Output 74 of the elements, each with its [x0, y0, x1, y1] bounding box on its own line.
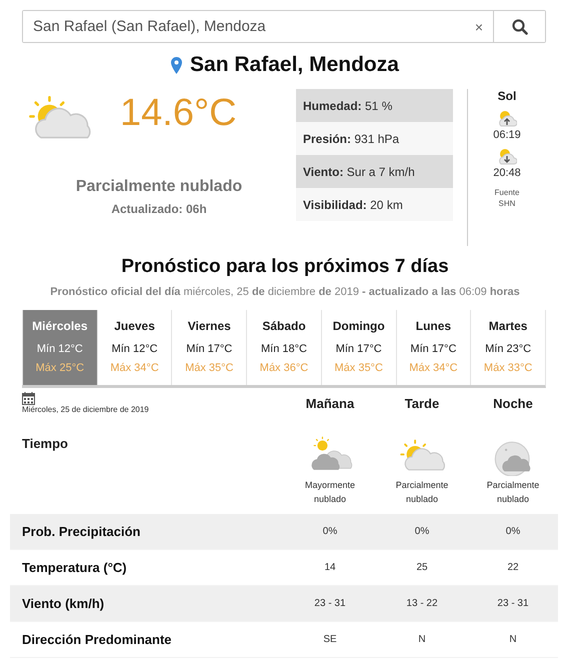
max-temperature: Máx 36°C: [260, 362, 308, 374]
min-temperature: Mín 12°C: [112, 343, 158, 355]
day-name: Domingo: [332, 319, 385, 333]
table-cell-text: 14: [323, 562, 337, 573]
day-name: Lunes: [416, 319, 452, 333]
row-label: Tiempo: [22, 436, 69, 453]
detail-text: Visibilidad: 20 km: [303, 198, 403, 212]
detail-text: Humedad: 51 %: [303, 98, 392, 112]
day-name: Martes: [488, 319, 528, 333]
detail-text: Presión: 931 hPa: [303, 132, 400, 146]
table-cell-text: 0%: [504, 526, 522, 537]
detail-text: Viento: Sur a 7 km/h: [303, 164, 415, 178]
row-label: Viento (km/h): [21, 596, 106, 611]
min-temperature: Mín 12°C: [36, 343, 83, 355]
min-temperature: Mín 18°C: [261, 343, 307, 355]
day-name: Sábado: [262, 319, 306, 333]
current-condition: Parcialmente nublado: [76, 178, 242, 196]
period-heading: Tarde: [404, 395, 440, 413]
max-temperature: Máx 33°C: [484, 362, 532, 374]
forecast-title: Pronóstico para los próximos 7 días: [120, 256, 450, 278]
search-button[interactable]: [493, 11, 545, 42]
min-temperature: Mín 17°C: [410, 343, 456, 355]
max-temperature: Máx 35°C: [185, 362, 234, 374]
table-cell-text: 23 - 31: [496, 598, 530, 609]
table-cell-text: 23 - 31: [313, 598, 347, 609]
table-cell-text: 0%: [322, 526, 338, 537]
period-condition: Parcialmente nublado: [486, 479, 540, 506]
clear-button[interactable]: ×: [464, 11, 493, 42]
table-cell-text: 0%: [414, 526, 430, 537]
row-label: Prob. Precipitación: [21, 524, 142, 539]
location-pin-icon: [171, 56, 182, 74]
day-tab[interactable]: Sábado Mín 18°C Máx 36°C: [246, 310, 321, 385]
sunrise-icon: [497, 109, 517, 127]
day-tab[interactable]: Domingo Mín 17°C Máx 35°C: [320, 310, 396, 385]
current-temperature: 14.6°C: [120, 91, 237, 135]
sun-title: Sol: [498, 89, 516, 103]
day-tab[interactable]: Lunes Mín 17°C Máx 34°C: [396, 310, 470, 385]
period-heading: Mañana: [304, 395, 356, 413]
forecast-date: Miércoles, 25 de diciembre de 2019: [22, 405, 149, 414]
sunset-icon: [497, 147, 517, 165]
sunset-time: 20:48: [493, 167, 521, 179]
day-tab[interactable]: Martes Mín 23°C Máx 33°C: [470, 310, 545, 385]
table-cell-text: SE: [322, 634, 338, 645]
min-temperature: Mín 17°C: [336, 343, 382, 355]
period-condition: Mayormente nublado: [304, 479, 356, 506]
min-temperature: Mín 23°C: [485, 343, 532, 355]
day-name: Miércoles: [32, 319, 88, 333]
updated-time: Actualizado: 06h: [111, 202, 207, 216]
search-icon: [512, 18, 528, 34]
table-cell-text: 25: [415, 562, 429, 573]
sunrise-time: 06:19: [493, 129, 521, 141]
day-name: Viernes: [188, 319, 231, 333]
forecast-subtitle: Pronóstico oficial del día miércoles, 25 de diciembre de 2019 - actualizado a las 06:09 horas: [49, 286, 521, 298]
period-heading: Noche: [492, 395, 534, 413]
max-temperature: Máx 34°C: [409, 362, 458, 374]
day-tab[interactable]: Jueves Mín 12°C Máx 34°C: [96, 310, 172, 385]
max-temperature: Máx 35°C: [334, 362, 383, 374]
calendar-icon: [22, 392, 35, 405]
period-condition: Parcialmente nublado: [394, 479, 450, 506]
source-note: Fuente SHN: [494, 187, 520, 209]
row-label: Dirección Predominante: [21, 632, 173, 647]
day-tab[interactable]: Viernes Mín 17°C Máx 35°C: [171, 310, 246, 385]
row-label: Temperatura (°C): [21, 560, 128, 575]
min-temperature: Mín 17°C: [186, 343, 232, 355]
search-field[interactable]: San Rafael (San Rafael), Mendoza ×: [22, 10, 546, 43]
max-temperature: Máx 34°C: [110, 362, 159, 374]
location-title: San Rafael, Mendoza: [190, 53, 399, 77]
table-cell-text: 13 - 22: [405, 598, 439, 609]
table-cell-text: N: [508, 634, 518, 645]
day-name: Jueves: [114, 319, 155, 333]
max-temperature: Máx 25°C: [36, 362, 84, 374]
table-cell-text: 22: [506, 562, 520, 573]
day-tab[interactable]: Miércoles Mín 12°C Máx 25°C: [22, 310, 97, 385]
table-cell-text: N: [417, 634, 427, 645]
